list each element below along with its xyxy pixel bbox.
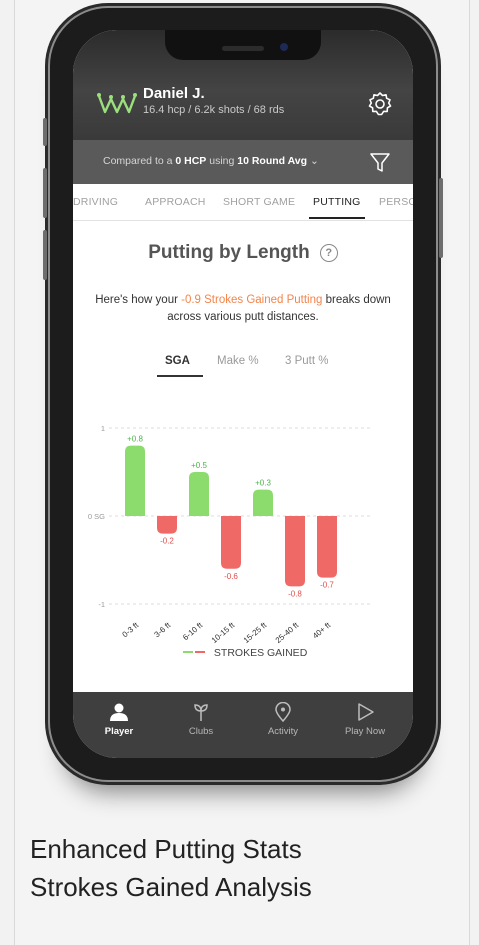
x-tick-label: 15-25 ft [242,620,269,645]
segment-sga[interactable]: SGA [165,355,190,367]
data-label: +0.5 [191,461,207,470]
camera [280,43,288,51]
caption-line-2: Strokes Gained Analysis [30,872,312,902]
x-tick-label: 10-15 ft [210,620,237,645]
filter-icon[interactable] [369,151,391,173]
tab-putting[interactable]: PUTTING [313,196,360,208]
segment-3putt-pct[interactable]: 3 Putt % [285,355,328,367]
profile-header: Daniel J. 16.4 hcp / 6.2k shots / 68 rds [73,30,413,140]
activity-icon [275,702,291,722]
putting-bar-chart: 1 0 SG -1 +0.8 0-3 ft -0.2 3-6 ft +0.5 6-10 ft -0… [88,424,373,645]
tab-activity[interactable]: Activity [243,702,323,737]
tab-player[interactable]: Player [79,702,159,737]
data-label: -0.7 [320,581,334,590]
notch [165,30,321,60]
data-label: +0.3 [255,479,271,488]
caption-line-1: Enhanced Putting Stats [30,834,302,864]
x-tick-label: 40+ ft [311,620,333,640]
help-icon[interactable]: ? [319,244,338,262]
user-name: Daniel J. [143,85,205,102]
y-tick-label: 0 SG [88,512,105,521]
feature-caption: Enhanced Putting Stats Strokes Gained An… [30,830,312,906]
volume-down-button [43,230,47,280]
tab-clubs[interactable]: Clubs [161,702,241,737]
bar [125,445,145,516]
chevron-down-icon: ⌄ [309,155,319,167]
active-tab-indicator [309,217,365,219]
x-tick-label: 0-3 ft [121,620,141,639]
segment-make-pct[interactable]: Make % [217,355,259,367]
speaker [222,46,264,51]
data-label: -0.6 [224,572,238,581]
compare-bar[interactable]: Compared to a 0 HCP using 10 Round Avg ⌄ [73,140,413,184]
y-tick-label: 1 [101,424,105,433]
player-icon [110,703,128,721]
y-tick-label: -1 [98,600,105,609]
data-label: -0.2 [160,537,174,546]
volume-up-button [43,168,47,218]
legend-negative-swatch [195,651,205,653]
sg-highlight: -0.9 Strokes Gained Putting [181,294,323,306]
compare-text[interactable]: Compared to a 0 HCP using 10 Round Avg ⌄ [103,155,319,167]
panel-title: Putting by Length? [73,242,413,264]
bar [157,516,177,534]
tab-driving[interactable]: DRIVING [73,196,118,208]
x-tick-label: 6-10 ft [181,620,205,642]
bar [317,516,337,578]
tab-play-now[interactable]: Play Now [325,702,405,737]
segment-indicator [157,375,203,377]
tab-personal[interactable]: PERSO [379,196,413,208]
user-stats: 16.4 hcp / 6.2k shots / 68 rds [143,104,285,116]
legend-label: STROKES GAINED [213,647,308,659]
data-label: +0.8 [127,435,143,444]
play-icon [358,703,374,721]
bar [285,516,305,587]
tab-approach[interactable]: APPROACH [145,196,206,208]
bar [253,489,273,516]
panel-description: Here's how your -0.9 Strokes Gained Putt… [95,294,391,323]
tab-short-game[interactable]: SHORT GAME [223,196,295,208]
stat-tabs: DRIVING APPROACH SHORT GAME PUTTING PERS… [73,184,413,221]
crown-logo-icon [97,93,137,114]
bar [221,516,241,569]
settings-gear-icon[interactable] [367,91,393,117]
x-tick-label: 25-40 ft [274,620,301,645]
bar [189,472,209,516]
x-tick-label: 3-6 ft [153,620,173,639]
data-label: -0.8 [288,589,302,598]
legend-positive-swatch [183,651,193,653]
power-button [439,178,443,258]
chart-legend: STROKES GAINED [183,647,307,659]
phone-frame: Daniel J. 16.4 hcp / 6.2k shots / 68 rds… [43,8,443,780]
bottom-tab-bar: Player Clubs Activity Play Now [73,692,413,758]
mute-switch [43,118,47,146]
app-screen: Daniel J. 16.4 hcp / 6.2k shots / 68 rds… [73,30,413,758]
clubs-icon [194,704,208,721]
